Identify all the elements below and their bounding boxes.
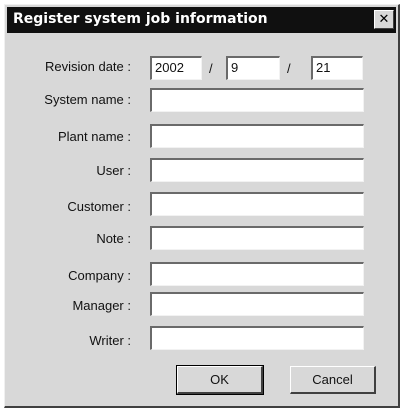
close-icon[interactable]: ✕ [374,10,394,29]
revision-month-field[interactable]: 9 [226,56,280,80]
dialog-title: Register system job information [13,11,268,27]
writer-label: Writer : [89,333,131,348]
note-label: Note : [96,231,131,246]
revision-year-field[interactable]: 2002 [150,56,202,80]
ok-button-label: OK [210,372,229,387]
cancel-button-label: Cancel [312,372,353,387]
plant-name-field[interactable] [150,124,364,148]
company-field[interactable] [150,262,364,286]
plant-name-label: Plant name : [58,129,131,144]
date-separator: / [209,61,213,76]
cancel-button[interactable]: Cancel [290,366,376,394]
date-separator: / [287,61,291,76]
title-bar[interactable]: Register system job information ✕ [7,7,396,33]
customer-label: Customer : [67,199,131,214]
system-name-field[interactable] [150,88,364,112]
note-field[interactable] [150,226,364,250]
user-field[interactable] [150,158,364,182]
customer-field[interactable] [150,192,364,216]
manager-label: Manager : [72,298,131,313]
user-label: User : [96,163,131,178]
company-label: Company : [68,268,131,283]
system-name-label: System name : [44,92,131,107]
manager-field[interactable] [150,292,364,316]
ok-button[interactable]: OK [176,365,264,395]
writer-field[interactable] [150,326,364,350]
register-job-dialog: Register system job information ✕ Revisi… [4,4,400,408]
revision-day-field[interactable]: 21 [311,56,363,80]
revision-date-label: Revision date : [45,59,131,74]
